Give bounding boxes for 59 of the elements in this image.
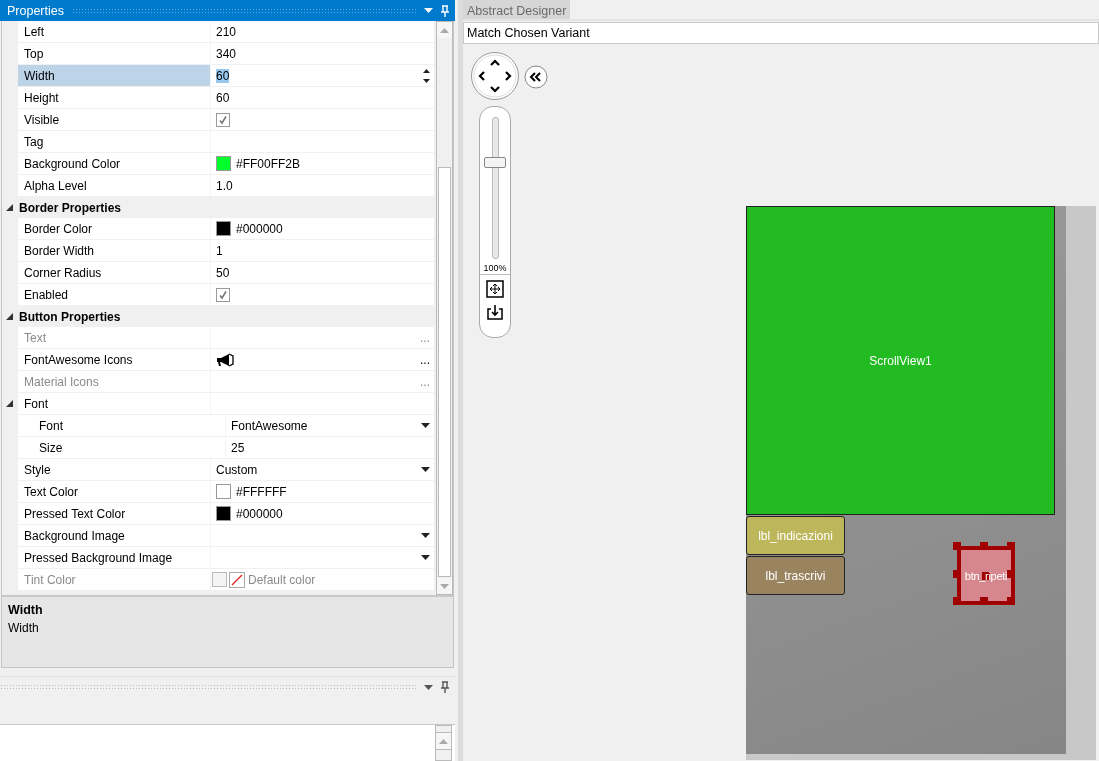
property-name[interactable]: Pressed Text Color <box>18 503 210 524</box>
property-name[interactable]: Height <box>18 87 210 108</box>
description-title: Width <box>8 603 44 617</box>
variant-field[interactable]: Match Chosen Variant <box>463 22 1099 44</box>
property-name[interactable]: Top <box>18 43 210 64</box>
megaphone-icon <box>216 352 234 367</box>
property-name[interactable]: Font <box>18 415 225 436</box>
dropdown-icon[interactable] <box>421 423 430 428</box>
property-value[interactable]: 50 <box>216 265 230 280</box>
pan-control[interactable] <box>470 51 520 101</box>
dropdown-icon[interactable] <box>421 467 430 472</box>
collapse-icon[interactable] <box>6 204 13 211</box>
property-value[interactable]: 1 <box>216 243 223 258</box>
collapse-icon[interactable] <box>6 400 13 407</box>
property-value[interactable]: 60 <box>216 90 230 105</box>
pin-icon[interactable] <box>441 681 449 693</box>
download-icon[interactable] <box>486 303 504 321</box>
property-value[interactable]: 210 <box>216 24 237 39</box>
ellipsis-button[interactable]: ... <box>420 352 434 367</box>
dropdown-icon[interactable] <box>421 555 430 560</box>
value-input[interactable]: 60 <box>216 68 276 83</box>
collapse-icon[interactable] <box>524 65 548 89</box>
property-name[interactable]: Border Width <box>18 240 210 261</box>
designer-tab[interactable]: Abstract Designer <box>463 0 571 19</box>
color-value[interactable]: #FF00FF2B <box>236 156 301 171</box>
property-value[interactable]: 1.0 <box>216 178 233 193</box>
color-value[interactable]: #FFFFFF <box>236 484 287 499</box>
property-name[interactable]: Border Color <box>18 218 210 239</box>
description-text: Width <box>8 621 40 635</box>
zoom-reading: 100% <box>480 263 510 275</box>
resize-handle[interactable] <box>953 542 961 550</box>
category-label: Border Properties <box>19 200 122 215</box>
color-swatch <box>212 572 227 587</box>
color-value[interactable]: #000000 <box>236 221 283 236</box>
dropdown-icon[interactable] <box>424 684 433 690</box>
property-name[interactable]: Left <box>18 21 210 42</box>
dropdown-icon[interactable] <box>421 533 430 538</box>
collapse-icon[interactable] <box>6 313 13 320</box>
property-value[interactable]: FontAwesome <box>231 418 308 433</box>
property-name[interactable]: Alpha Level <box>18 175 210 196</box>
property-name[interactable]: Size <box>18 437 225 458</box>
property-name[interactable]: Style <box>18 459 210 480</box>
color-value[interactable]: #000000 <box>236 506 283 521</box>
fit-icon[interactable] <box>486 280 504 298</box>
category-label: Button Properties <box>19 309 121 324</box>
panel-title: Properties <box>7 3 64 18</box>
property-name[interactable]: Corner Radius <box>18 262 210 283</box>
property-name[interactable]: Background Color <box>18 153 210 174</box>
property-value[interactable]: 25 <box>231 440 245 455</box>
scrollbar[interactable] <box>435 725 452 761</box>
property-name[interactable]: Width <box>18 65 210 86</box>
checkbox[interactable] <box>216 112 230 127</box>
property-name[interactable]: FontAwesome Icons <box>18 349 210 370</box>
label-widget[interactable]: lbl_trascrivi <box>746 556 845 595</box>
property-value[interactable]: 340 <box>216 46 237 61</box>
checkbox[interactable] <box>216 287 230 302</box>
zoom-slider[interactable] <box>484 117 506 259</box>
property-name[interactable]: Text Color <box>18 481 210 502</box>
property-value[interactable]: Custom <box>216 462 258 477</box>
